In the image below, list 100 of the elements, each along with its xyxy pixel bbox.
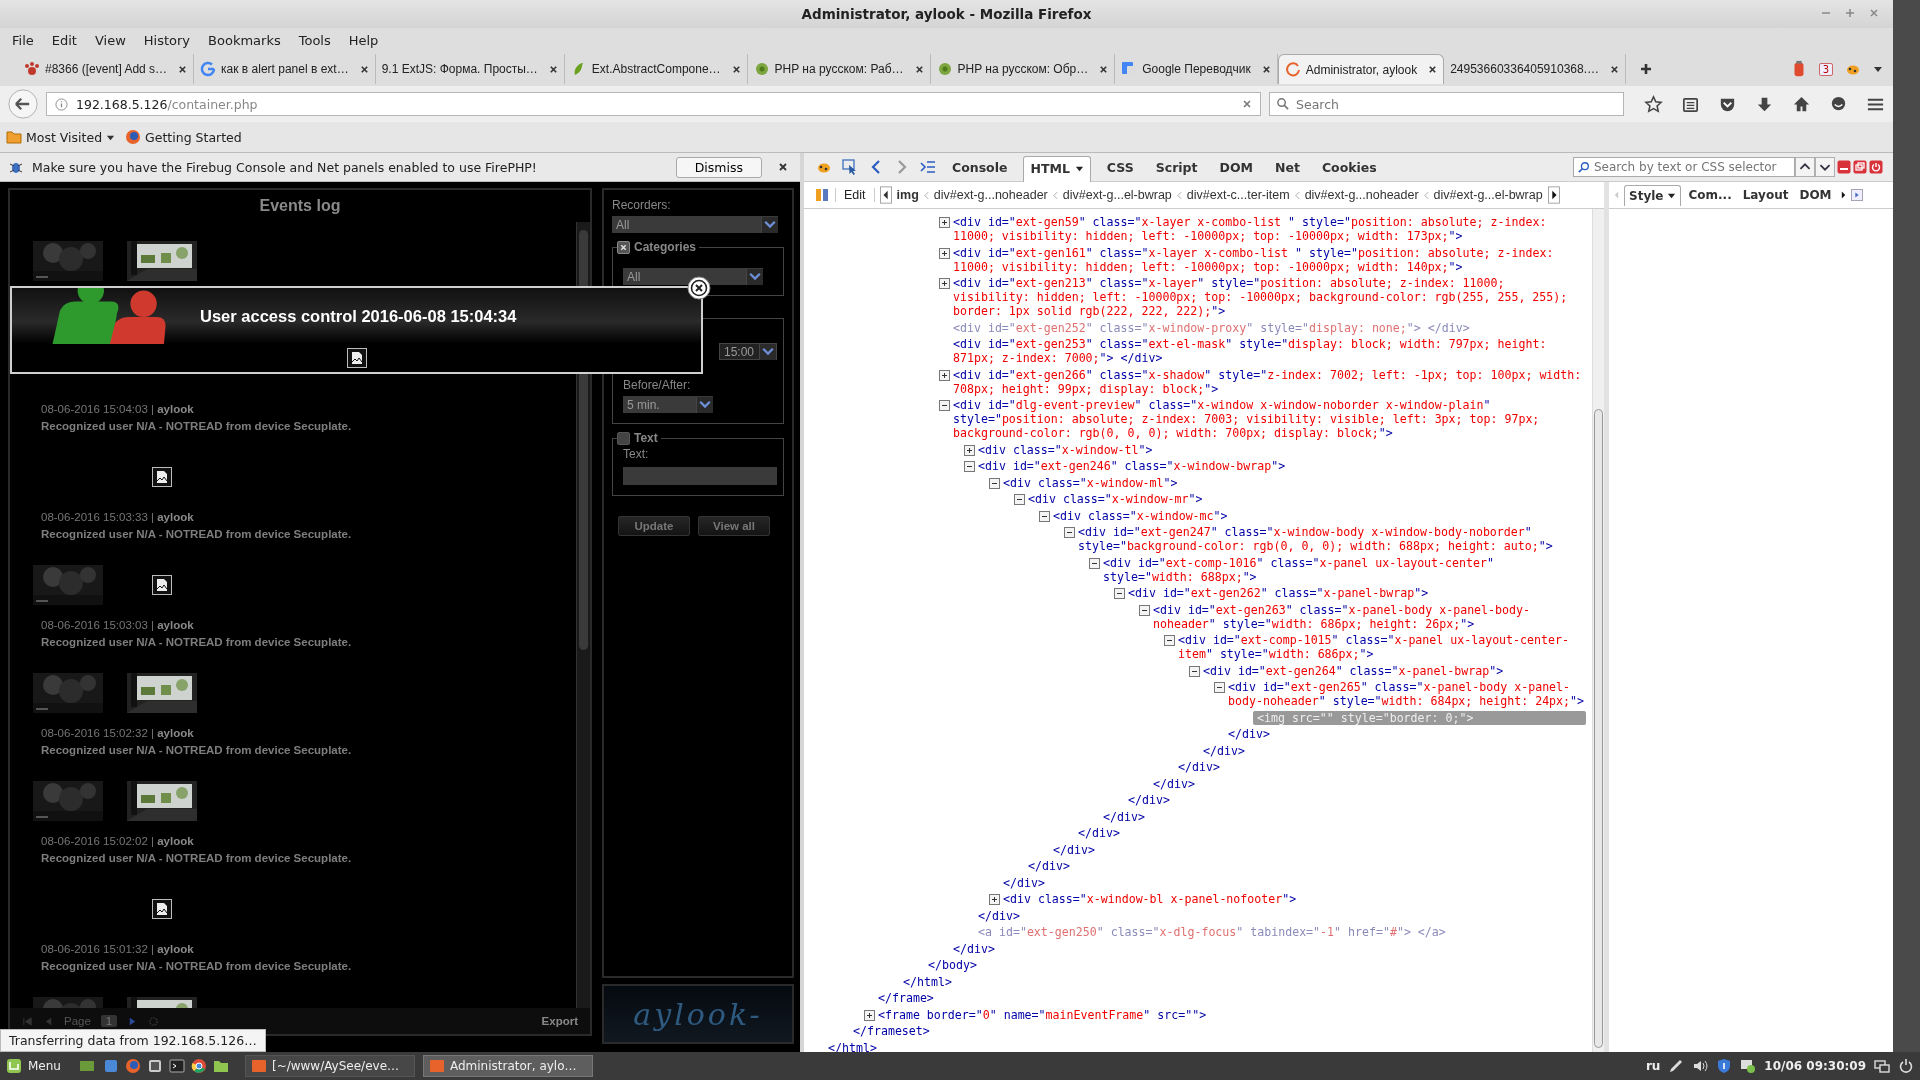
taskbar-button[interactable]: Administrator, aylo… [422, 1055, 593, 1077]
collapse-icon[interactable] [1039, 510, 1050, 522]
panel-tab[interactable]: Console [946, 155, 1014, 179]
code-line[interactable]: <div id="ext-gen246" class="x-window-bwrap"> [978, 459, 1586, 473]
code-line[interactable]: <div id="dlg-event-preview" class="x-window x-window-noborder x-window-plain" style="position: absolute; z-index: 7003; visibility: visible; left: 3px; top: 97px; background-color: rgb(0, 0, 0); width: 700px; display: block;"> [953, 398, 1586, 440]
power-icon[interactable] [1869, 160, 1883, 174]
new-tab-icon[interactable] [1640, 63, 1652, 75]
code-line[interactable]: </div> [1103, 809, 1586, 824]
menu-item[interactable]: Edit [51, 32, 77, 48]
menu-item[interactable]: Bookmarks [208, 32, 281, 48]
collapse-icon[interactable] [1139, 604, 1150, 616]
scroll-left-icon[interactable] [879, 186, 892, 204]
collapse-icon[interactable] [1189, 665, 1200, 677]
code-line[interactable]: </div> [953, 941, 1586, 956]
code-line[interactable]: <div id="ext-gen213" class="x-layer" style="position: absolute; z-index: 11000; visibility: hidden; left: -10000px; top: -10000px; background-color: rgb(255, 255, 255); border: 1px solid rgb(222, 222, 222);"> [953, 276, 1586, 318]
panel-tab[interactable]: HTML [1023, 156, 1091, 182]
menu-item[interactable]: File [12, 32, 34, 48]
scroll-right-icon[interactable] [1547, 186, 1560, 204]
bookmark-item[interactable]: Most Visited [6, 129, 116, 145]
recorders-dropdown[interactable]: All [612, 216, 778, 233]
volume-icon[interactable] [1692, 1058, 1709, 1074]
side-panel-tab[interactable]: Style [1624, 184, 1682, 206]
collapse-icon[interactable] [1164, 635, 1175, 646]
edit-button[interactable]: Edit [835, 188, 875, 202]
menu-item[interactable]: Help [348, 32, 379, 48]
filter-button[interactable]: Update [618, 516, 690, 536]
breadcrumb-item[interactable]: img [896, 188, 919, 202]
collapse-icon[interactable] [1064, 527, 1075, 538]
code-line[interactable]: <div id="ext-gen264" class="x-panel-bwrap"> [1203, 663, 1586, 678]
menu-item[interactable]: View [94, 32, 126, 48]
code-line[interactable]: <a id="ext-gen250" class="x-dlg-focus" tabindex="-1" href="#"> </a> [978, 925, 1586, 939]
code-line[interactable]: <div id="ext-gen265" class="x-panel-body x-panel-body-noheader" style="width: 684px; height: 24px;"> [1228, 680, 1586, 708]
checkbox[interactable] [617, 431, 630, 445]
code-line[interactable]: </div> [1228, 727, 1586, 741]
close-tab-icon[interactable] [914, 64, 924, 74]
side-panel-tab[interactable]: Com... [1684, 185, 1736, 205]
close-tab-icon[interactable] [178, 64, 188, 74]
code-line[interactable]: </div> [1178, 760, 1586, 774]
panel-menu-icon[interactable] [1850, 189, 1863, 201]
minimize-icon[interactable] [1837, 160, 1851, 174]
inspect-icon[interactable] [842, 159, 858, 175]
shield-icon[interactable] [1716, 1058, 1733, 1074]
bookmark-item[interactable]: Getting Started [125, 129, 242, 145]
collapse-icon[interactable] [1214, 682, 1225, 693]
side-panel-tab[interactable]: DOM [1795, 185, 1836, 205]
code-line[interactable]: </div> [978, 908, 1586, 923]
code-line[interactable]: <frame border="0" name="mainEventFrame" src=""> [878, 1007, 1586, 1022]
collapse-icon[interactable] [989, 477, 1000, 489]
range-dropdown[interactable]: 5 min. [623, 396, 713, 413]
code-line[interactable]: </div> [1053, 842, 1586, 857]
back-button[interactable] [8, 89, 38, 119]
next-match-icon[interactable] [1815, 157, 1835, 177]
code-line[interactable]: <div class="x-window-tl"> [978, 442, 1586, 457]
pen-icon[interactable] [1668, 1058, 1685, 1074]
breadcrumb-item[interactable]: div#ext-g...el-bwrap [1433, 188, 1543, 202]
collapse-icon[interactable] [939, 400, 950, 411]
files-icon[interactable] [102, 1058, 119, 1074]
star-icon[interactable] [1644, 94, 1663, 114]
detach-icon[interactable] [1853, 160, 1867, 174]
close-tab-icon[interactable] [548, 64, 558, 74]
keyboard-layout[interactable]: ru [1645, 1059, 1661, 1073]
code-line[interactable]: </body> [928, 958, 1586, 972]
taskbar-button[interactable]: [~/www/AySee/eve… [244, 1055, 415, 1077]
expand-icon[interactable] [939, 247, 950, 259]
power-icon[interactable] [1898, 1058, 1914, 1074]
expand-icon[interactable] [964, 444, 975, 456]
panel-tab[interactable]: Net [1268, 155, 1306, 179]
terminal-icon[interactable] [168, 1058, 185, 1074]
breadcrumb-item[interactable]: div#ext-g...noheader [933, 188, 1048, 202]
code-line[interactable]: <div class="x-window-ml"> [1003, 475, 1586, 490]
browser-tab[interactable]: 9.1 ExtJS: Форма. Просты… [375, 54, 565, 84]
clear-icon[interactable] [1242, 99, 1252, 109]
code-line[interactable]: <div class="x-window-bl x-panel-nofooter"> [1003, 892, 1586, 906]
expand-icon[interactable] [989, 894, 1000, 905]
text-field[interactable] [623, 467, 777, 485]
code-line[interactable]: <div class="x-window-mc"> [1053, 508, 1586, 523]
code-line[interactable]: </div> [1128, 793, 1586, 807]
search-field[interactable]: Search by text or CSS selector [1573, 157, 1795, 177]
notification-badge[interactable]: 3 [1818, 62, 1833, 76]
expand-icon[interactable] [939, 278, 950, 289]
code-line[interactable]: </div> [1153, 776, 1586, 791]
menu-item[interactable]: History [143, 32, 191, 48]
browser-tab[interactable]: Google Переводчик [1115, 54, 1278, 84]
menu-item[interactable]: Tools [298, 32, 331, 48]
layout-icon[interactable] [814, 187, 830, 203]
side-panel-tab[interactable]: Layout [1738, 185, 1793, 205]
close-tab-icon[interactable] [1099, 64, 1109, 74]
code-line[interactable]: </div> [1003, 875, 1586, 890]
browser-tab[interactable]: #8366 ([event] Add s… [18, 54, 195, 84]
network-icon[interactable] [1740, 1058, 1757, 1074]
panel-tab[interactable]: Cookies [1315, 155, 1383, 179]
expand-icon[interactable] [939, 369, 950, 381]
code-line[interactable]: </div> [1028, 859, 1586, 873]
close-button[interactable] [687, 276, 711, 300]
step-icon[interactable] [920, 159, 936, 175]
address-bar[interactable]: 192.168.5.126/container.php [46, 92, 1261, 116]
browser-tab[interactable]: Administrator, aylook [1277, 54, 1445, 84]
collapse-icon[interactable] [1114, 588, 1125, 599]
desktop-icon[interactable] [78, 1058, 95, 1074]
expand-icon[interactable] [939, 217, 950, 228]
